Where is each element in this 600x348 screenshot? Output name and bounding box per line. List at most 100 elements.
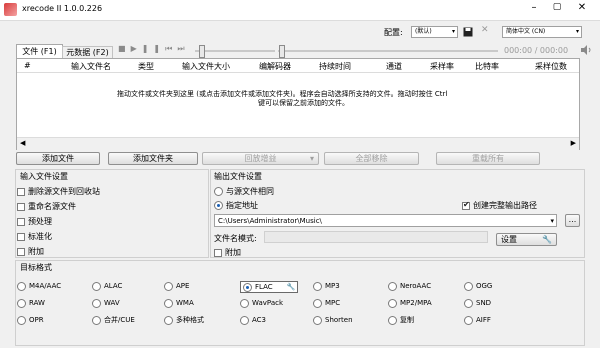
- volume-icon[interactable]: [580, 44, 592, 56]
- format-option-2-0[interactable]: OPR: [17, 315, 44, 325]
- output-append-checkbox[interactable]: 附加: [214, 248, 241, 258]
- stop-icon[interactable]: ■: [118, 44, 131, 53]
- seek-slider-thumb[interactable]: [279, 45, 285, 58]
- format-option-2-1[interactable]: 合并/CUE: [92, 315, 135, 325]
- normalize-label: 标准化: [28, 232, 52, 241]
- format-option-0-6[interactable]: OGG: [464, 281, 492, 291]
- radio-icon: [388, 298, 397, 308]
- save-config-button[interactable]: [463, 27, 473, 37]
- maximize-button[interactable]: ▢: [547, 2, 567, 16]
- format-option-2-5[interactable]: 复制: [388, 315, 414, 325]
- format-option-0-2[interactable]: APE: [164, 281, 189, 291]
- column-header-samplerate[interactable]: 采样率: [430, 61, 454, 72]
- format-option-1-5[interactable]: MP2/MPA: [388, 298, 432, 308]
- format-option-0-1[interactable]: ALAC: [92, 281, 122, 291]
- radio-icon: [92, 281, 101, 291]
- previous-icon[interactable]: ⏮: [165, 44, 177, 53]
- column-header-bitrate[interactable]: 比特率: [475, 61, 499, 72]
- preprocess-label: 预处理: [28, 217, 52, 226]
- radio-icon: [313, 281, 322, 291]
- radio-icon: [164, 281, 173, 291]
- checkbox-icon: [17, 247, 25, 256]
- format-option-2-6[interactable]: AIFF: [464, 315, 491, 325]
- language-select[interactable]: 简体中文 (CN) ▾: [502, 26, 582, 38]
- preprocess-checkbox[interactable]: 预处理: [17, 217, 52, 227]
- column-header-bitdepth[interactable]: 采样位数: [535, 61, 567, 72]
- format-option-1-6[interactable]: SND: [464, 298, 491, 308]
- replay-gain-button[interactable]: 回放增益 ▾: [202, 152, 319, 165]
- column-header-filesize[interactable]: 输入文件大小: [182, 61, 230, 72]
- save-icon: [463, 27, 473, 37]
- format-option-2-2[interactable]: 多种格式: [164, 315, 204, 325]
- browse-button[interactable]: ...: [565, 214, 580, 227]
- format-option-1-2[interactable]: WMA: [164, 298, 194, 308]
- scroll-left-icon[interactable]: ◀: [20, 139, 25, 147]
- input-append-checkbox[interactable]: 附加: [17, 247, 44, 257]
- format-option-label: M4A/AAC: [29, 282, 62, 290]
- close-button[interactable]: ✕: [570, 2, 594, 16]
- reset-all-button[interactable]: 重载所有: [436, 152, 540, 165]
- rename-source-checkbox[interactable]: 重命名源文件: [17, 202, 76, 212]
- wrench-icon[interactable]: 🔧: [287, 283, 296, 291]
- delete-config-button[interactable]: ✕: [481, 25, 489, 35]
- column-header-duration[interactable]: 持续时间: [319, 61, 351, 72]
- scroll-right-icon[interactable]: ▶: [571, 139, 576, 147]
- filename-pattern-input[interactable]: [264, 231, 488, 243]
- format-option-0-4[interactable]: MP3: [313, 281, 340, 291]
- radio-icon: [388, 315, 397, 325]
- chevron-down-icon: ▾: [575, 28, 579, 35]
- input-settings-title: 输入文件设置: [20, 172, 68, 181]
- config-select[interactable]: (默认) ▾: [411, 26, 458, 38]
- remove-all-button[interactable]: 全部移除: [324, 152, 419, 165]
- rename-source-label: 重命名源文件: [28, 202, 76, 211]
- format-option-2-3[interactable]: AC3: [240, 315, 266, 325]
- format-option-label: 多种格式: [176, 316, 204, 324]
- config-select-value: (默认): [415, 28, 432, 35]
- delete-source-label: 删除源文件到回收站: [28, 187, 100, 196]
- output-settings-button[interactable]: 设置 🔧: [496, 233, 557, 246]
- specified-path-radio[interactable]: 指定地址: [214, 201, 258, 211]
- format-option-0-0[interactable]: M4A/AAC: [17, 281, 61, 291]
- close-icon: ✕: [577, 2, 587, 13]
- volume-slider[interactable]: [195, 45, 275, 58]
- column-header-type[interactable]: 类型: [138, 61, 154, 72]
- normalize-checkbox[interactable]: 标准化: [17, 232, 52, 242]
- format-option-label: RAW: [29, 299, 45, 307]
- format-option-0-5[interactable]: NeroAAC: [388, 281, 431, 291]
- column-header-filename[interactable]: 输入文件名: [71, 61, 111, 72]
- file-list-header: # 输入文件名 类型 输入文件大小 编解码器 持续时间 通道 采样率 比特率 采…: [17, 59, 579, 73]
- output-path-input[interactable]: C:\Users\Administrator\Music\ ▾: [214, 214, 557, 227]
- minimize-icon: –: [531, 2, 537, 13]
- checkbox-icon: [17, 217, 25, 226]
- horizontal-scrollbar[interactable]: ◀ ▶: [17, 137, 579, 150]
- column-header-index[interactable]: #: [24, 61, 31, 70]
- volume-slider-thumb[interactable]: [199, 45, 205, 58]
- format-option-2-4[interactable]: Shorten: [313, 315, 353, 325]
- seek-slider[interactable]: [278, 45, 498, 58]
- pause-icon[interactable]: ❚❚: [142, 44, 165, 53]
- column-header-codec[interactable]: 编解码器: [259, 61, 291, 72]
- next-icon[interactable]: ⏭: [177, 44, 189, 53]
- tab-files[interactable]: 文件 (F1): [16, 44, 63, 59]
- checkbox-icon: [17, 232, 25, 241]
- format-option-0-3[interactable]: FLAC 🔧: [240, 281, 299, 293]
- playback-time: 000:00 / 000:00: [504, 46, 569, 55]
- play-icon[interactable]: ▶: [131, 44, 142, 53]
- format-option-1-1[interactable]: WAV: [92, 298, 120, 308]
- format-option-1-4[interactable]: MPC: [313, 298, 340, 308]
- format-option-1-0[interactable]: RAW: [17, 298, 45, 308]
- minimize-button[interactable]: –: [524, 2, 544, 16]
- same-as-source-radio[interactable]: 与源文件相同: [214, 187, 274, 197]
- tab-metadata-label: 元数据 (F2): [66, 48, 109, 57]
- checkbox-icon: [17, 202, 25, 211]
- add-files-button[interactable]: 添加文件: [16, 152, 100, 165]
- delete-source-checkbox[interactable]: 删除源文件到回收站: [17, 187, 100, 197]
- format-option-label: 复制: [400, 316, 414, 324]
- radio-icon: [240, 298, 249, 308]
- file-list[interactable]: # 输入文件名 类型 输入文件大小 编解码器 持续时间 通道 采样率 比特率 采…: [16, 58, 580, 150]
- add-folder-button[interactable]: 添加文件夹: [108, 152, 198, 165]
- column-header-channels[interactable]: 通道: [386, 61, 402, 72]
- format-option-1-3[interactable]: WavPack: [240, 298, 283, 308]
- output-append-label: 附加: [225, 248, 241, 257]
- create-full-path-checkbox[interactable]: 创建完整输出路径: [462, 200, 537, 211]
